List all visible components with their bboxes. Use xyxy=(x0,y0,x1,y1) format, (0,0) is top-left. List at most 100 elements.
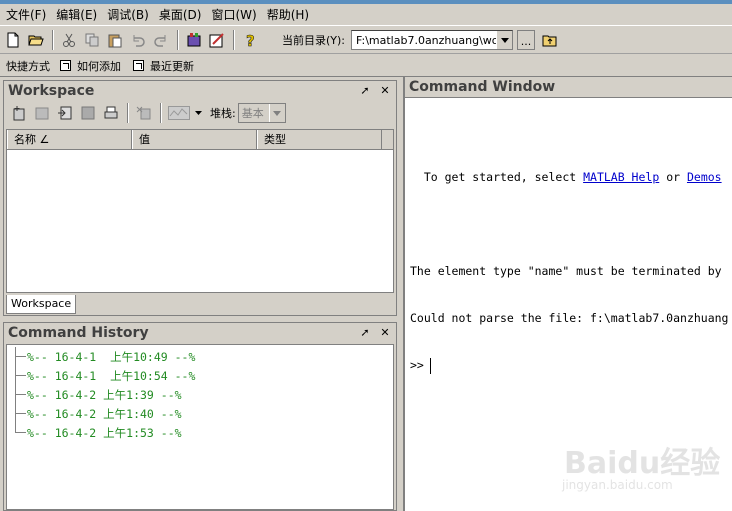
error-line-1: The element type "name" must be terminat… xyxy=(410,264,722,278)
print-button[interactable] xyxy=(100,102,122,124)
menu-file[interactable]: 文件(F) xyxy=(2,4,50,26)
undock-icon[interactable]: ➚ xyxy=(358,326,372,340)
history-entry[interactable]: %-- 16-4-2 上午1:40 --% xyxy=(7,404,393,423)
stack-value: 基本 xyxy=(241,107,264,120)
guide-icon xyxy=(209,33,224,48)
plot-selection-button[interactable] xyxy=(166,102,192,124)
tree-connector xyxy=(15,404,26,423)
guide-button[interactable] xyxy=(206,29,228,51)
history-title-bar: Command History ➚ ✕ xyxy=(4,323,396,343)
menu-desktop[interactable]: 桌面(D) xyxy=(155,4,206,26)
copy-button[interactable] xyxy=(81,29,103,51)
tree-connector xyxy=(15,423,26,433)
watermark-url: jingyan.baidu.com xyxy=(562,478,673,492)
shortcut-whats-new[interactable]: 最近更新 xyxy=(133,58,194,74)
browse-directory-button[interactable]: ... xyxy=(517,30,536,50)
shortcut-arrow-icon xyxy=(133,60,144,71)
simulink-icon xyxy=(187,33,201,47)
workspace-variable-table[interactable]: 名称 ∠ 值 类型 xyxy=(6,129,394,293)
shortcuts-label: 快捷方式 xyxy=(6,59,50,73)
baidu-watermark: Baidu经验 jingyan.baidu.com xyxy=(560,430,720,500)
printer-icon xyxy=(104,106,118,119)
history-entry[interactable]: %-- 16-4-1 上午10:49 --% xyxy=(7,347,393,366)
redo-icon xyxy=(154,35,166,47)
current-directory-combo[interactable]: F:\matlab7.0anzhuang\work xyxy=(351,30,514,50)
tab-workspace[interactable]: Workspace xyxy=(6,295,77,314)
open-folder-icon xyxy=(28,35,44,46)
command-history-pane: Command History ➚ ✕ %-- 16-4-1 上午10:49 -… xyxy=(3,322,397,511)
current-directory-value: F:\matlab7.0anzhuang\work xyxy=(356,33,497,47)
new-file-button[interactable] xyxy=(2,29,24,51)
cut-button[interactable] xyxy=(58,29,80,51)
menu-help[interactable]: 帮助(H) xyxy=(263,4,313,26)
workspace-title-bar: Workspace ➚ ✕ xyxy=(4,81,396,101)
parent-directory-button[interactable] xyxy=(539,29,561,51)
column-header-name[interactable]: 名称 ∠ xyxy=(7,130,132,149)
import-data-button[interactable] xyxy=(54,102,76,124)
shortcut-how-to-add-label: 如何添加 xyxy=(77,59,121,73)
toolbar-separator xyxy=(160,103,162,123)
text-cursor xyxy=(429,357,431,374)
intro-prefix: To get started, select xyxy=(410,170,584,184)
tree-connector xyxy=(15,366,26,385)
matlab-help-link[interactable]: MATLAB Help xyxy=(583,170,659,184)
open-file-button[interactable] xyxy=(25,29,47,51)
help-icon: ? xyxy=(246,32,255,48)
simulink-button[interactable] xyxy=(183,29,205,51)
column-header-type[interactable]: 类型 xyxy=(257,130,382,149)
undo-button[interactable] xyxy=(127,29,149,51)
scissors-icon xyxy=(63,33,75,47)
new-file-icon xyxy=(7,32,19,48)
history-entry[interactable]: %-- 16-4-2 上午1:39 --% xyxy=(7,385,393,404)
save-icon xyxy=(81,106,95,120)
toolbar-separator xyxy=(52,30,54,50)
folder-up-icon xyxy=(542,35,557,47)
save-workspace-button[interactable] xyxy=(77,102,99,124)
import-data-icon xyxy=(58,106,72,120)
history-entry-text: %-- 16-4-2 上午1:40 --% xyxy=(27,406,182,421)
help-button[interactable]: ? xyxy=(239,29,261,51)
intro-mid: or xyxy=(659,170,687,184)
history-entry-text: %-- 16-4-1 上午10:49 --% xyxy=(27,349,196,364)
stack-combo[interactable]: 基本 xyxy=(237,103,286,123)
plot-dropdown-button[interactable] xyxy=(193,102,203,124)
history-title: Command History xyxy=(8,325,149,341)
menu-window[interactable]: 窗口(W) xyxy=(207,4,260,26)
demos-link[interactable]: Demos xyxy=(687,170,722,184)
menu-bar: 文件(F) 编辑(E) 调试(B) 桌面(D) 窗口(W) 帮助(H) xyxy=(0,4,732,26)
delete-variable-button[interactable] xyxy=(133,102,155,124)
delete-icon xyxy=(136,106,151,120)
menu-edit[interactable]: 编辑(E) xyxy=(52,4,101,26)
redo-button[interactable] xyxy=(150,29,172,51)
chevron-down-icon[interactable] xyxy=(268,104,285,122)
prompt-line[interactable]: >> xyxy=(410,356,732,375)
shortcut-how-to-add[interactable]: 如何添加 xyxy=(60,58,121,74)
toolbar-separator xyxy=(233,30,235,50)
undock-icon[interactable]: ➚ xyxy=(358,84,372,98)
paste-button[interactable] xyxy=(104,29,126,51)
watermark-logo-text: Baidu经验 xyxy=(564,446,721,481)
menu-debug[interactable]: 调试(B) xyxy=(103,4,153,26)
history-list: %-- 16-4-1 上午10:49 --% %-- 16-4-1 上午10:5… xyxy=(6,344,394,510)
close-icon[interactable]: ✕ xyxy=(378,326,392,340)
close-icon[interactable]: ✕ xyxy=(378,84,392,98)
svg-text:?: ? xyxy=(246,32,255,48)
command-window-title: Command Window xyxy=(405,77,732,98)
workspace-title: Workspace xyxy=(8,83,95,99)
tree-connector xyxy=(15,385,26,404)
workspace-table-header: 名称 ∠ 值 类型 xyxy=(7,130,393,150)
chevron-down-icon[interactable] xyxy=(496,31,513,49)
open-variable-button[interactable] xyxy=(31,102,53,124)
workspace-pane: Workspace ➚ ✕ 堆栈: 基本 名称 ∠ 值 类型 Workspace xyxy=(3,80,397,316)
plot-icon xyxy=(168,106,190,120)
column-header-value[interactable]: 值 xyxy=(132,130,257,149)
history-entry-text: %-- 16-4-2 上午1:39 --% xyxy=(27,387,182,402)
history-entry[interactable]: %-- 16-4-1 上午10:54 --% xyxy=(7,366,393,385)
clipboard-icon xyxy=(108,34,122,48)
command-window-output[interactable]: To get started, select MATLAB Help or De… xyxy=(405,98,732,403)
history-entry[interactable]: %-- 16-4-2 上午1:53 --% xyxy=(7,423,393,442)
error-line-2: Could not parse the file: f:\matlab7.0an… xyxy=(410,311,729,325)
new-variable-button[interactable] xyxy=(8,102,30,124)
